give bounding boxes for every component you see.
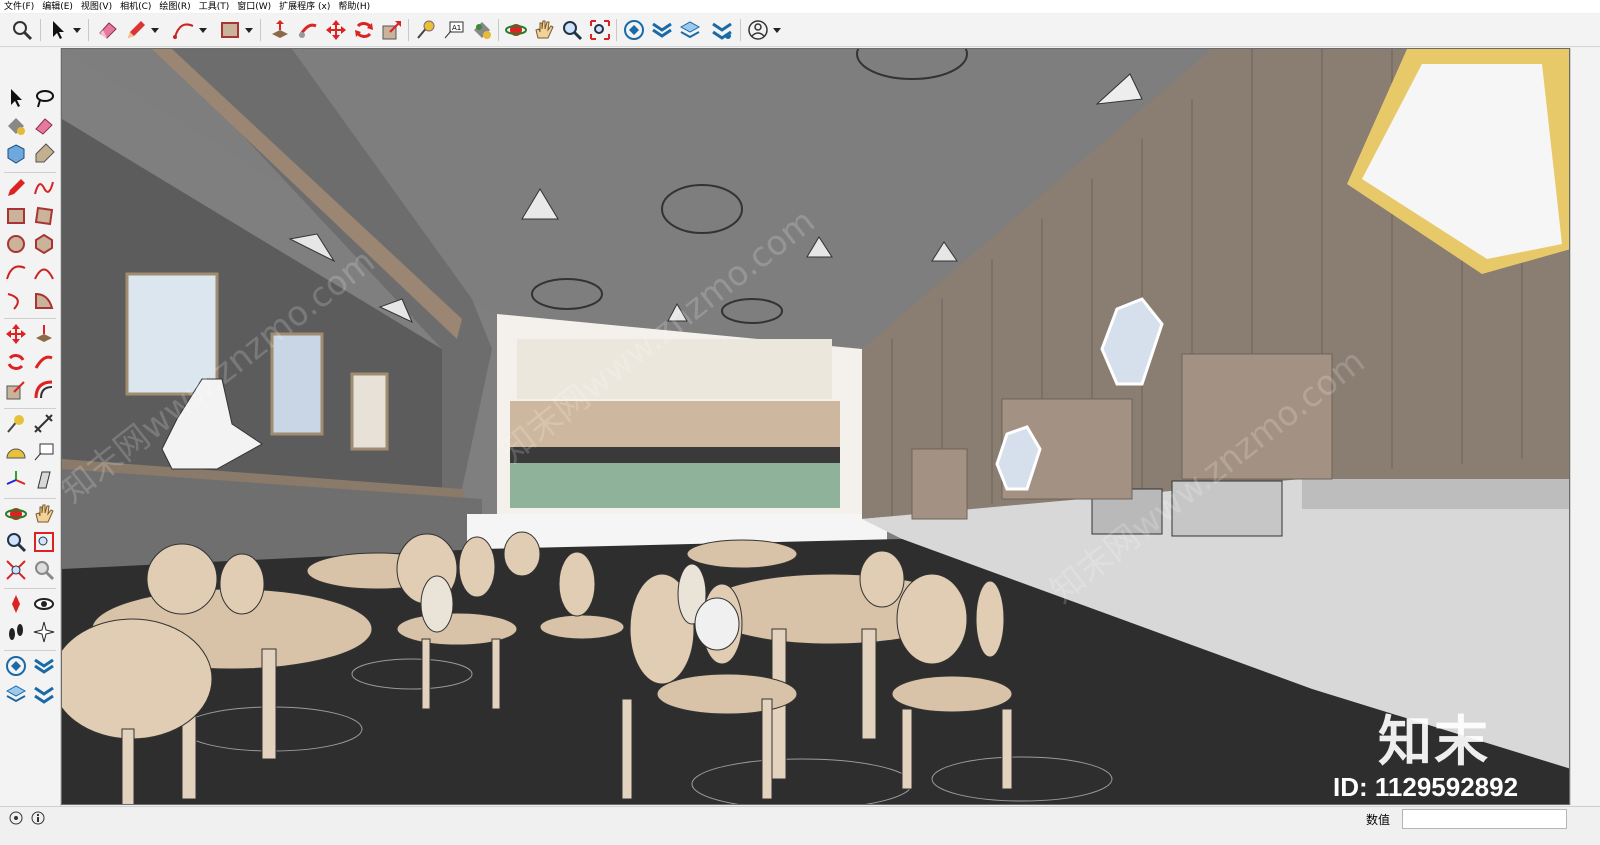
make-component-icon[interactable]: [4, 142, 28, 166]
orbit-icon[interactable]: [4, 502, 28, 526]
line-icon[interactable]: [4, 176, 28, 200]
follow-me-icon[interactable]: [296, 18, 320, 42]
tag-icon[interactable]: [32, 142, 56, 166]
zoom-window-icon[interactable]: [588, 18, 612, 42]
rectangle-dropdown-icon[interactable]: [244, 18, 254, 42]
previous-view-icon[interactable]: [32, 558, 56, 582]
arc-icon[interactable]: [4, 260, 28, 284]
account-icon[interactable]: [746, 18, 770, 42]
rectangle-icon[interactable]: [4, 204, 28, 228]
extension-warehouse-icon[interactable]: [32, 654, 56, 678]
watermark-logo: 知末: [1378, 710, 1490, 773]
arc-dropdown-icon[interactable]: [198, 18, 208, 42]
status-bar: 数值: [0, 806, 1600, 845]
pencil-icon[interactable]: [124, 18, 148, 42]
text-icon[interactable]: [32, 440, 56, 464]
warehouse-icon[interactable]: [4, 654, 28, 678]
zoom-extents-icon[interactable]: [4, 558, 28, 582]
cafe-interior-render: [62, 49, 1569, 804]
circle-icon[interactable]: [4, 232, 28, 256]
send-to-layout-icon[interactable]: [710, 18, 734, 42]
walk-icon[interactable]: [4, 620, 28, 644]
follow-me-icon[interactable]: [32, 350, 56, 374]
zoom-window-icon[interactable]: [32, 530, 56, 554]
right-panel-edge: [1570, 48, 1600, 805]
position-camera-icon[interactable]: [4, 592, 28, 616]
menu-help[interactable]: 帮助(H): [334, 1, 374, 13]
dimension-icon[interactable]: [32, 412, 56, 436]
scale-icon[interactable]: [4, 378, 28, 402]
menu-tools[interactable]: 工具(T): [195, 1, 234, 13]
menu-bar: 文件(F) 编辑(E) 视图(V) 相机(C) 绘图(R) 工具(T) 窗口(W…: [0, 0, 1600, 13]
send-to-layout-icon[interactable]: [32, 682, 56, 706]
lasso-icon[interactable]: [32, 86, 56, 110]
large-tool-set: [0, 48, 61, 823]
axes-icon[interactable]: [4, 468, 28, 492]
scale-icon[interactable]: [380, 18, 404, 42]
orbit-icon[interactable]: [504, 18, 528, 42]
menu-camera[interactable]: 相机(C): [116, 1, 155, 13]
rectangle-icon[interactable]: [218, 18, 242, 42]
zoom-extents-icon[interactable]: [10, 18, 34, 42]
pie-icon[interactable]: [32, 288, 56, 312]
menu-extensions[interactable]: 扩展程序 (x): [275, 1, 334, 13]
section-plane-icon[interactable]: [32, 468, 56, 492]
pencil-dropdown-icon[interactable]: [150, 18, 160, 42]
eraser-icon[interactable]: [32, 114, 56, 138]
sketchup-window: 文件(F) 编辑(E) 视图(V) 相机(C) 绘图(R) 工具(T) 窗口(W…: [0, 0, 1600, 845]
menu-edit[interactable]: 编辑(E): [38, 1, 77, 13]
select-dropdown-icon[interactable]: [72, 18, 82, 42]
zoom-icon[interactable]: [560, 18, 584, 42]
geolocation-icon[interactable]: [8, 810, 24, 826]
pan-icon[interactable]: [32, 502, 56, 526]
protractor-icon[interactable]: [4, 440, 28, 464]
paint-bucket-icon[interactable]: [4, 114, 28, 138]
measurements-input[interactable]: [1402, 809, 1567, 829]
eraser-icon[interactable]: [96, 18, 120, 42]
select-icon[interactable]: [4, 86, 28, 110]
move-icon[interactable]: [324, 18, 348, 42]
measurements-label: 数值: [1366, 813, 1391, 827]
arc-icon[interactable]: [172, 18, 196, 42]
push-pull-icon[interactable]: [268, 18, 292, 42]
pan-icon[interactable]: [532, 18, 556, 42]
account-dropdown-icon[interactable]: [772, 18, 782, 42]
rotated-rectangle-icon[interactable]: [32, 204, 56, 228]
rotate-icon[interactable]: [4, 350, 28, 374]
paint-bucket-icon[interactable]: [470, 18, 494, 42]
push-pull-icon[interactable]: [32, 322, 56, 346]
extension-warehouse-icon[interactable]: [650, 18, 674, 42]
zoom-icon[interactable]: [4, 530, 28, 554]
rotate-icon[interactable]: [352, 18, 376, 42]
tape-measure-icon[interactable]: [4, 412, 28, 436]
look-around-icon[interactable]: [32, 592, 56, 616]
freehand-icon[interactable]: [32, 176, 56, 200]
main-toolbar: A1: [0, 14, 1600, 47]
move-icon[interactable]: [4, 322, 28, 346]
menu-draw[interactable]: 绘图(R): [155, 1, 194, 13]
watermark-id: ID: 1129592892: [1333, 772, 1519, 802]
info-icon[interactable]: [30, 810, 46, 826]
three-point-arc-icon[interactable]: [4, 288, 28, 312]
layers-icon[interactable]: [678, 18, 702, 42]
menu-file[interactable]: 文件(F): [0, 1, 38, 13]
model-viewport[interactable]: 知末网www.znzmo.com 知末网www.znzmo.com 知末网www…: [61, 48, 1570, 805]
two-point-arc-icon[interactable]: [32, 260, 56, 284]
polygon-icon[interactable]: [32, 232, 56, 256]
compass-icon[interactable]: [32, 620, 56, 644]
svg-text:A1: A1: [452, 24, 461, 32]
menu-view[interactable]: 视图(V): [77, 1, 116, 13]
layers-icon[interactable]: [4, 682, 28, 706]
tape-measure-icon[interactable]: [414, 18, 438, 42]
warehouse-icon[interactable]: [622, 18, 646, 42]
text-icon[interactable]: A1: [442, 18, 466, 42]
offset-icon[interactable]: [32, 378, 56, 402]
menu-window[interactable]: 窗口(W): [233, 1, 275, 13]
select-icon[interactable]: [46, 18, 70, 42]
